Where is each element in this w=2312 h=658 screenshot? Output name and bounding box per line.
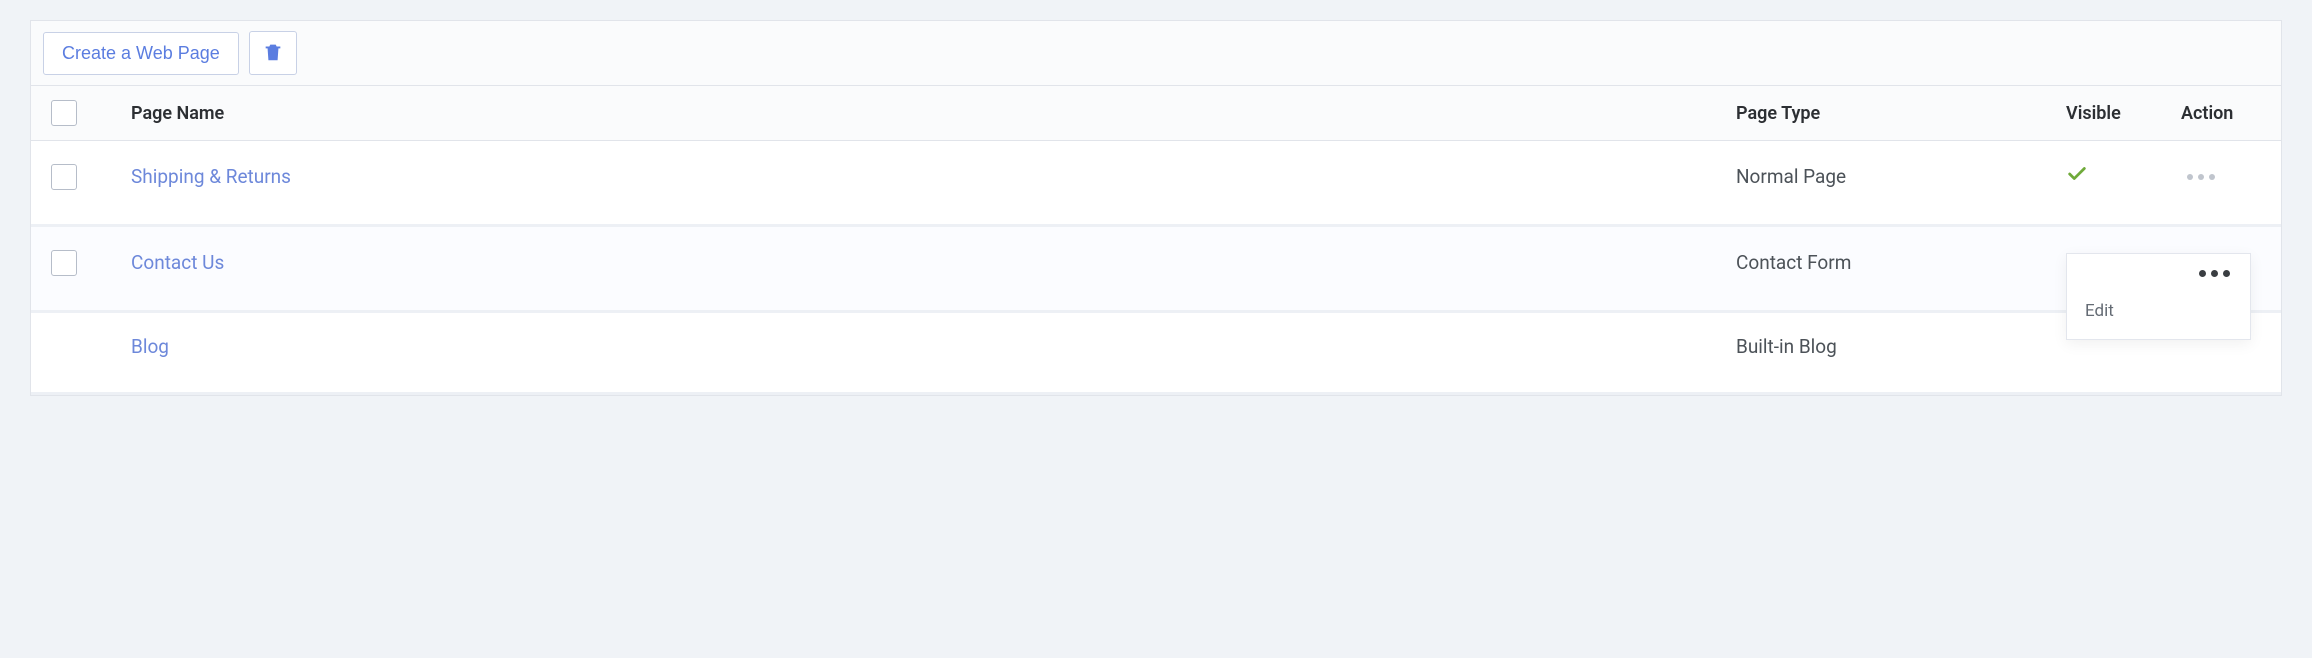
select-all-checkbox[interactable]	[51, 100, 77, 126]
table-row: Shipping & Returns Normal Page	[31, 141, 2281, 227]
row-checkbox[interactable]	[51, 250, 77, 276]
row-actions-menu: Edit	[2066, 253, 2251, 340]
column-header-action: Action	[2181, 103, 2261, 124]
row-checkbox[interactable]	[51, 164, 77, 190]
dots-icon	[2187, 174, 2193, 180]
page-name-link[interactable]: Shipping & Returns	[131, 165, 291, 188]
table-header: Page Name Page Type Visible Action	[31, 86, 2281, 141]
column-header-name: Page Name	[131, 103, 1736, 124]
page-name-link[interactable]: Blog	[131, 335, 169, 358]
column-header-type: Page Type	[1736, 103, 2066, 124]
page-type: Contact Form	[1736, 251, 1851, 274]
page-type: Normal Page	[1736, 165, 1846, 188]
menu-item-edit[interactable]: Edit	[2067, 287, 2250, 339]
delete-button[interactable]	[249, 31, 297, 75]
table-row: Contact Us Contact Form Edit	[31, 227, 2281, 313]
create-web-page-button[interactable]: Create a Web Page	[43, 32, 239, 75]
toolbar: Create a Web Page	[31, 21, 2281, 86]
checkmark-icon	[2066, 169, 2088, 190]
page-name-link[interactable]: Contact Us	[131, 251, 224, 274]
page-type: Built-in Blog	[1736, 335, 1837, 358]
pages-panel: Create a Web Page Page Name Page Type Vi…	[30, 20, 2282, 396]
dots-icon	[2199, 270, 2206, 277]
column-header-visible: Visible	[2066, 103, 2181, 124]
row-actions-button[interactable]	[2181, 168, 2221, 186]
trash-icon	[262, 41, 284, 66]
table-row: Blog Built-in Blog	[31, 313, 2281, 395]
row-actions-button[interactable]	[2067, 254, 2250, 287]
